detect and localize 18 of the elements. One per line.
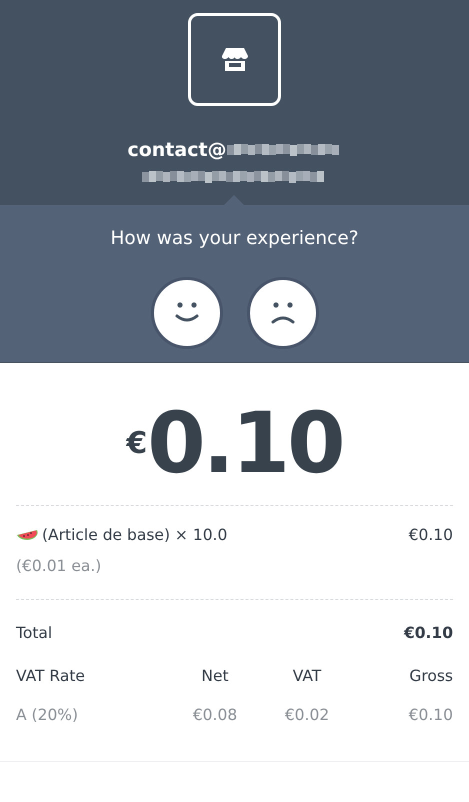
currency-symbol: € <box>126 425 148 463</box>
unit-price: (€0.01 ea.) <box>16 556 102 578</box>
item-price: €0.10 <box>408 525 453 546</box>
vat-cell: A (20%) <box>16 706 78 724</box>
vat-cell: €0.02 <box>284 706 330 724</box>
total-label: Total <box>16 622 52 644</box>
column-header: Net <box>201 666 229 685</box>
vat-cell: €0.10 <box>408 706 453 724</box>
column-header: VAT Rate <box>16 666 85 685</box>
column-header: VAT <box>292 666 322 685</box>
vat-cell: €0.08 <box>192 706 238 724</box>
watermelon-icon <box>16 528 38 543</box>
feedback-question: How was your experience? <box>110 227 359 251</box>
email-address: contact@ <box>127 138 227 163</box>
total-value: €0.10 <box>404 622 453 644</box>
total-amount: 0.10 <box>147 401 343 485</box>
column-header: Gross <box>409 666 453 685</box>
item-name: (Article de base) × 10.0 <box>42 525 228 546</box>
